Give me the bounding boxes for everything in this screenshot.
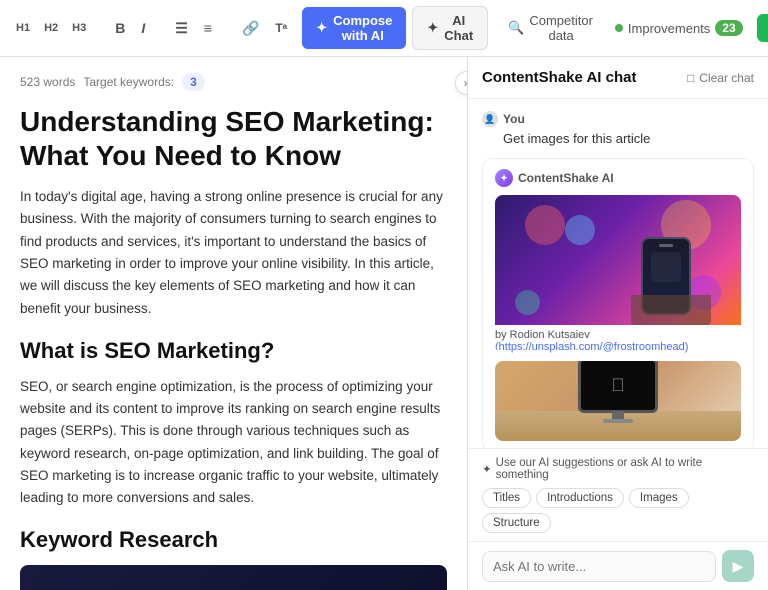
suggestions-hint: ✦ Use our AI suggestions or ask AI to wr… <box>482 457 754 481</box>
ai-chat-icon: ✦ <box>427 20 438 36</box>
user-message-text: Get images for this article <box>482 131 754 146</box>
clear-icon: □ <box>687 71 694 85</box>
apple-logo-icon:  <box>611 375 625 396</box>
h1-button[interactable]: H1 <box>12 19 34 37</box>
send-button[interactable]: ▶ <box>722 550 754 582</box>
bold-button[interactable]: B <box>110 16 130 40</box>
article-paragraph-2: SEO, or search engine optimization, is t… <box>20 376 447 510</box>
article-h2-1: What is SEO Marketing? <box>20 338 447 364</box>
bokeh-5 <box>515 290 540 315</box>
chip-images[interactable]: Images <box>629 488 689 508</box>
monitor-base <box>603 419 633 423</box>
ai-image-2:  <box>495 361 741 441</box>
article-image: DataAnalytics <box>20 565 447 590</box>
bokeh-1 <box>525 205 565 245</box>
article-h2-2: Keyword Research <box>20 527 447 553</box>
chat-input-row: ▶ <box>468 541 768 590</box>
target-keywords-label: Target keywords: <box>83 75 174 89</box>
link-button[interactable]: 🔗 <box>237 16 264 41</box>
improvements-dot <box>615 24 623 32</box>
user-message: 👤 You Get images for this article <box>482 111 754 146</box>
chat-panel: ContentShake AI chat □ Clear chat 👤 You … <box>468 57 768 590</box>
toolbar: H1 H2 H3 B I ☰ ≡ 🔗 Tᵃ ✦ Compose with AI … <box>0 0 768 57</box>
chat-suggestions: ✦ Use our AI suggestions or ask AI to wr… <box>468 448 768 541</box>
chat-title: ContentShake AI chat <box>482 69 636 86</box>
h3-button[interactable]: H3 <box>68 19 90 37</box>
ai-chat-button[interactable]: ✦ AI Chat <box>412 6 488 50</box>
ai-suggestions-icon: ✦ <box>482 462 492 476</box>
competitor-data-button[interactable]: 🔍 Competitor data <box>500 9 601 47</box>
hand-shape <box>631 295 711 325</box>
bokeh-2 <box>565 215 595 245</box>
article-title: Understanding SEO Marketing: What You Ne… <box>20 105 447 172</box>
editor-panel: 523 words Target keywords: 3 Understandi… <box>0 57 468 590</box>
chip-introductions[interactable]: Introductions <box>536 488 624 508</box>
phone-speaker <box>659 244 673 247</box>
compose-with-ai-button[interactable]: ✦ Compose with AI <box>302 7 406 49</box>
clear-chat-button[interactable]: □ Clear chat <box>687 71 754 85</box>
article-paragraph-1: In today's digital age, having a strong … <box>20 186 447 320</box>
keywords-badge: 3 <box>182 73 205 91</box>
ai-image-photo-1 <box>495 195 741 325</box>
editor-meta: 523 words Target keywords: 3 <box>20 73 447 91</box>
search-icon: 🔍 <box>508 20 524 36</box>
chip-structure[interactable]: Structure <box>482 513 551 533</box>
chat-header: ContentShake AI chat □ Clear chat <box>468 57 768 99</box>
image-credit-1: by Rodion Kutsaiev (https://unsplash.com… <box>495 329 741 353</box>
chat-messages: 👤 You Get images for this article ✦ Cont… <box>468 99 768 448</box>
user-avatar-icon: 👤 <box>482 111 498 127</box>
user-label: 👤 You <box>482 111 754 127</box>
publish-button[interactable]: ↗ Publish <box>757 14 768 42</box>
italic-button[interactable]: I <box>136 16 150 40</box>
h2-button[interactable]: H2 <box>40 19 62 37</box>
ai-message: ✦ ContentShake AI <box>482 158 754 448</box>
phone-screen <box>651 252 681 282</box>
word-count: 523 words <box>20 75 75 89</box>
monitor-stand <box>612 411 624 419</box>
compose-icon: ✦ <box>316 20 327 36</box>
ordered-list-button[interactable]: ☰ <box>170 16 193 41</box>
monitor:  <box>578 361 658 413</box>
improvements-count: 23 <box>715 20 742 36</box>
monitor-screen:  <box>581 361 655 410</box>
main-area: 523 words Target keywords: 3 Understandi… <box>0 57 768 590</box>
ai-label: ✦ ContentShake AI <box>495 169 741 187</box>
ai-image-1: by Rodion Kutsaiev (https://unsplash.com… <box>495 195 741 353</box>
improvements-button[interactable]: Improvements 23 <box>607 16 751 40</box>
image-credit-link[interactable]: (https://unsplash.com/@frostroomhead) <box>495 341 688 353</box>
unordered-list-button[interactable]: ≡ <box>199 16 217 40</box>
send-icon: ▶ <box>733 558 744 575</box>
suggestion-chips: Titles Introductions Images Structure <box>482 488 754 533</box>
chip-titles[interactable]: Titles <box>482 488 531 508</box>
ai-image-photo-2:  <box>495 361 741 441</box>
ai-avatar-icon: ✦ <box>495 169 513 187</box>
format-button[interactable]: Tᵃ <box>270 17 292 39</box>
collapse-sidebar-button[interactable]: » <box>455 71 468 95</box>
chat-input[interactable] <box>482 551 716 582</box>
